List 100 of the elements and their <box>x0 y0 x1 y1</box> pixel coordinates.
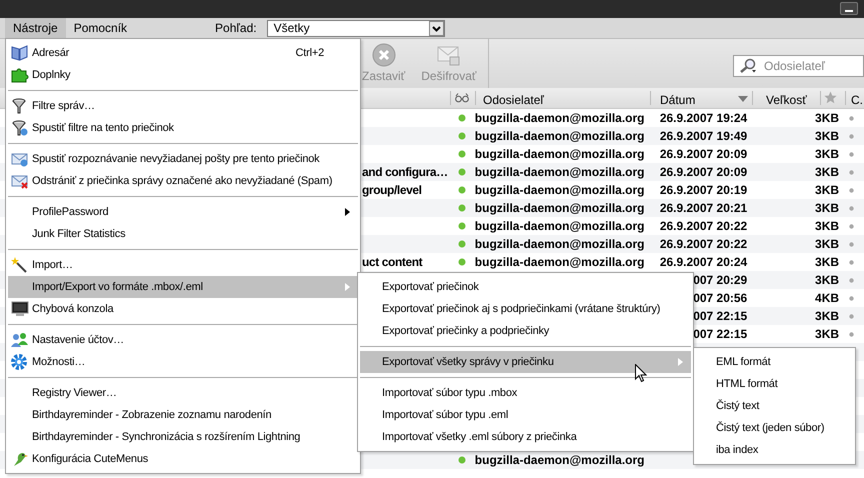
subject-cell: group/level <box>362 183 422 197</box>
menu-item[interactable]: Birthdayreminder - Zobrazenie zoznamu narodenín <box>8 404 358 426</box>
stop-icon <box>372 42 396 66</box>
dot-icon <box>849 116 854 120</box>
date-cell-text: 007 22:15 <box>693 308 748 325</box>
menu-item[interactable]: Importovať všetky .eml súbory z priečinka <box>360 426 691 448</box>
size-cell-text: 3KB <box>815 164 840 181</box>
date-cell-text: 007 20:56 <box>693 290 748 307</box>
status-dot-icon <box>458 258 466 266</box>
menu-item[interactable]: Exportovať všetky správy v priečinku <box>360 351 691 373</box>
menu-item[interactable]: Import… <box>8 254 358 276</box>
menu-item[interactable]: Možnosti… <box>8 351 358 373</box>
envelope-icon <box>11 151 29 167</box>
date-cell-text: 26.9.2007 20:19 <box>660 182 748 199</box>
date-cell-text: 26.9.2007 20:22 <box>660 236 748 253</box>
envelope-icon <box>11 173 29 189</box>
menu-item[interactable]: Čistý text (jeden súbor) <box>696 417 853 439</box>
dot-icon <box>849 332 854 336</box>
menu-item[interactable]: HTML formát <box>696 373 853 395</box>
menu-item[interactable]: Junk Filter Statistics <box>8 223 358 245</box>
menu-item[interactable]: Doplnky <box>8 64 358 86</box>
view-dropdown[interactable]: Všetky <box>266 20 445 36</box>
menu-item[interactable]: Pomocník <box>66 18 136 38</box>
star-icon <box>824 91 837 104</box>
menu-item[interactable]: Filtre správ… <box>8 95 358 117</box>
size-cell-text: 3KB <box>815 182 840 199</box>
subject-cell: uct content <box>362 255 422 269</box>
date-cell-text: 007 22:15 <box>693 326 748 343</box>
size-cell-text: 3KB <box>815 146 840 163</box>
size-cell-text: 3KB <box>815 110 840 127</box>
menu-item[interactable]: Nastavenie účtov… <box>8 329 358 351</box>
dot-icon <box>849 152 854 156</box>
date-cell-text: 26.9.2007 19:49 <box>660 128 748 145</box>
menu-item[interactable]: Spustiť rozpoznávanie nevyžiadanej pošty pre tento priečinok <box>8 148 358 170</box>
menu-item[interactable]: Spustiť filtre na tento priečinok <box>8 117 358 139</box>
gear-icon <box>11 354 29 370</box>
status-dot-icon <box>458 132 466 140</box>
status-dot-icon <box>458 186 466 194</box>
date-cell-text: 26.9.2007 20:09 <box>660 146 748 163</box>
bird-icon <box>11 451 29 467</box>
menu-item[interactable]: Odstrániť z priečinka správy označené ako nevyžiadané (Spam) <box>8 170 358 192</box>
column-header[interactable]: Dátum <box>660 91 696 109</box>
monitor-icon <box>11 301 29 317</box>
dot-icon <box>849 296 854 300</box>
menu-item[interactable]: Chybová konzola <box>8 298 358 320</box>
dot-icon <box>849 260 854 264</box>
book-icon <box>11 45 29 61</box>
column-header[interactable]: C. <box>851 91 863 109</box>
date-cell-text: 26.9.2007 20:09 <box>660 164 748 181</box>
menu-item[interactable]: Nástroje <box>5 18 66 38</box>
dot-icon <box>849 206 854 210</box>
status-dot-icon <box>458 150 466 158</box>
menu-item[interactable]: Čistý text <box>696 395 853 417</box>
column-header[interactable]: Odosielateľ <box>483 91 544 109</box>
dot-icon <box>849 314 854 318</box>
column-header[interactable]: Veľkosť <box>766 91 807 109</box>
menu-item[interactable]: iba index <box>696 439 853 461</box>
cursor-icon <box>635 364 647 383</box>
people-icon <box>11 332 29 348</box>
size-cell-text: 4KB <box>815 290 840 307</box>
wand-icon <box>11 257 29 273</box>
menu-item[interactable]: Exportovať priečinok <box>360 276 691 298</box>
sender-cell: bugzilla-daemon@mozilla.org <box>474 453 644 467</box>
menu-item[interactable]: Importovať súbor typu .mbox <box>360 382 691 404</box>
size-cell-text: 3KB <box>815 200 840 217</box>
date-cell-text: 007 20:29 <box>693 272 748 289</box>
sender-cell: bugzilla-daemon@mozilla.org <box>474 183 644 197</box>
date-cell-text: 26.9.2007 19:24 <box>660 110 748 127</box>
search-field[interactable]: Odosielateľ <box>733 55 864 77</box>
sender-cell: bugzilla-daemon@mozilla.org <box>474 255 644 269</box>
menu-item[interactable]: Importovať súbor typu .eml <box>360 404 691 426</box>
size-cell-text: 3KB <box>815 218 840 235</box>
size-cell-text: 3KB <box>815 128 840 145</box>
menu-item[interactable]: Import/Export vo formáte .mbox/.eml <box>8 276 358 298</box>
funnel-icon <box>11 120 29 136</box>
menu-item[interactable]: Konfigurácia CuteMenus <box>8 448 358 470</box>
date-cell-text: 26.9.2007 20:22 <box>660 218 748 235</box>
size-cell-text: 3KB <box>815 308 840 325</box>
dot-icon <box>849 224 854 228</box>
puzzle-icon <box>11 67 29 83</box>
status-dot-icon <box>458 240 466 248</box>
status-dot-icon <box>458 222 466 230</box>
menu-item[interactable]: ProfilePassword <box>8 201 358 223</box>
menu-item[interactable]: Exportovať priečinky a podpriečinky <box>360 320 691 342</box>
menu-item[interactable]: Birthdayreminder - Synchronizácia s rozšírením Lightning <box>8 426 358 448</box>
menu-item[interactable]: Registry Viewer… <box>8 382 358 404</box>
status-dot-icon <box>458 204 466 212</box>
dot-icon <box>849 242 854 246</box>
sender-cell: bugzilla-daemon@mozilla.org <box>474 147 644 161</box>
sender-cell: bugzilla-daemon@mozilla.org <box>474 165 644 179</box>
size-cell-text: 3KB <box>815 254 840 271</box>
minimize-button[interactable] <box>840 2 858 15</box>
menu-item[interactable]: Adresár Ctrl+2 <box>8 42 358 64</box>
menu-item[interactable]: Exportovať priečinok aj s podpriečinkami (vrátane štruktúry) <box>360 298 691 320</box>
sort-descending-icon <box>738 96 748 102</box>
menu-item[interactable]: EML formát <box>696 351 853 373</box>
subject-cell: and configura… <box>362 165 448 179</box>
status-dot-icon <box>458 168 466 176</box>
view-label: Pohľad: <box>215 20 257 37</box>
dot-icon <box>849 170 854 174</box>
